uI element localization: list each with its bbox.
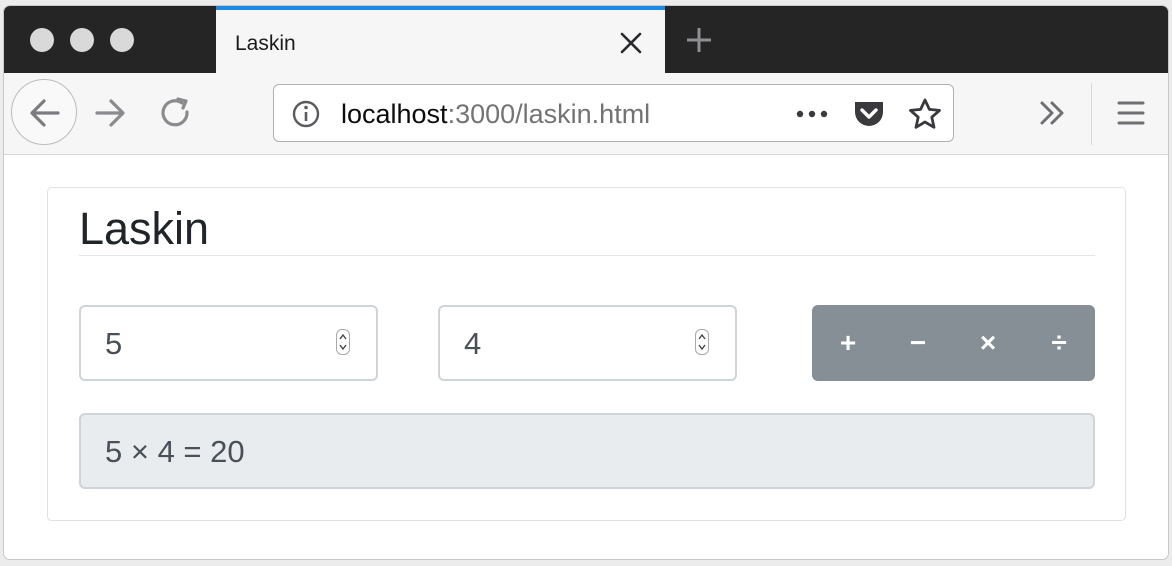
url-bar[interactable]: localhost:3000/laskin.html [273, 84, 954, 142]
result-text: 5 × 4 = 20 [105, 434, 245, 469]
nav-toolbar: localhost:3000/laskin.html [4, 73, 1168, 155]
page-title: Laskin [79, 203, 210, 254]
url-path: :3000/laskin.html [447, 99, 651, 129]
tab-laskin[interactable]: Laskin [216, 6, 665, 73]
number-spinner-icon[interactable] [695, 329, 709, 355]
tab-bar: Laskin [4, 6, 1168, 73]
more-icon[interactable] [795, 100, 829, 133]
close-icon[interactable] [618, 30, 644, 56]
operation-button-group: + − × ÷ [812, 305, 1095, 381]
number-input-a[interactable]: 5 [79, 305, 378, 381]
browser-window: Laskin localhost:3000/laskin.html Laskin… [4, 6, 1168, 559]
window-zoom-button[interactable] [110, 28, 134, 52]
calculator-card: Laskin 5 4 + − × ÷ 5 × 4 = 20 [47, 187, 1126, 521]
hamburger-menu-icon[interactable] [1117, 100, 1145, 131]
forward-icon[interactable] [92, 95, 128, 136]
reload-icon[interactable] [158, 95, 194, 136]
add-button[interactable]: + [813, 305, 883, 381]
url-text: localhost:3000/laskin.html [341, 99, 650, 130]
back-icon [30, 99, 60, 127]
number-spinner-icon[interactable] [336, 329, 350, 355]
pocket-icon[interactable] [852, 98, 886, 135]
overflow-chevron-icon[interactable] [1038, 99, 1068, 132]
url-host: localhost [341, 99, 448, 129]
multiply-button[interactable]: × [953, 305, 1023, 381]
new-tab-plus-icon[interactable] [684, 25, 714, 55]
info-icon[interactable] [291, 99, 321, 134]
page-content: Laskin 5 4 + − × ÷ 5 × 4 = 20 [4, 155, 1168, 559]
window-close-button[interactable] [30, 28, 54, 52]
toolbar-divider [1091, 83, 1092, 145]
back-button[interactable] [11, 79, 77, 145]
divide-button[interactable]: ÷ [1024, 305, 1094, 381]
result-display: 5 × 4 = 20 [79, 413, 1095, 489]
tab-title: Laskin [235, 32, 296, 55]
window-minimize-button[interactable] [70, 28, 94, 52]
number-input-a-value: 5 [105, 326, 123, 361]
number-input-b-value: 4 [464, 326, 482, 361]
heading-divider [79, 255, 1095, 256]
number-input-b[interactable]: 4 [438, 305, 737, 381]
star-icon[interactable] [908, 98, 942, 135]
subtract-button[interactable]: − [883, 305, 953, 381]
